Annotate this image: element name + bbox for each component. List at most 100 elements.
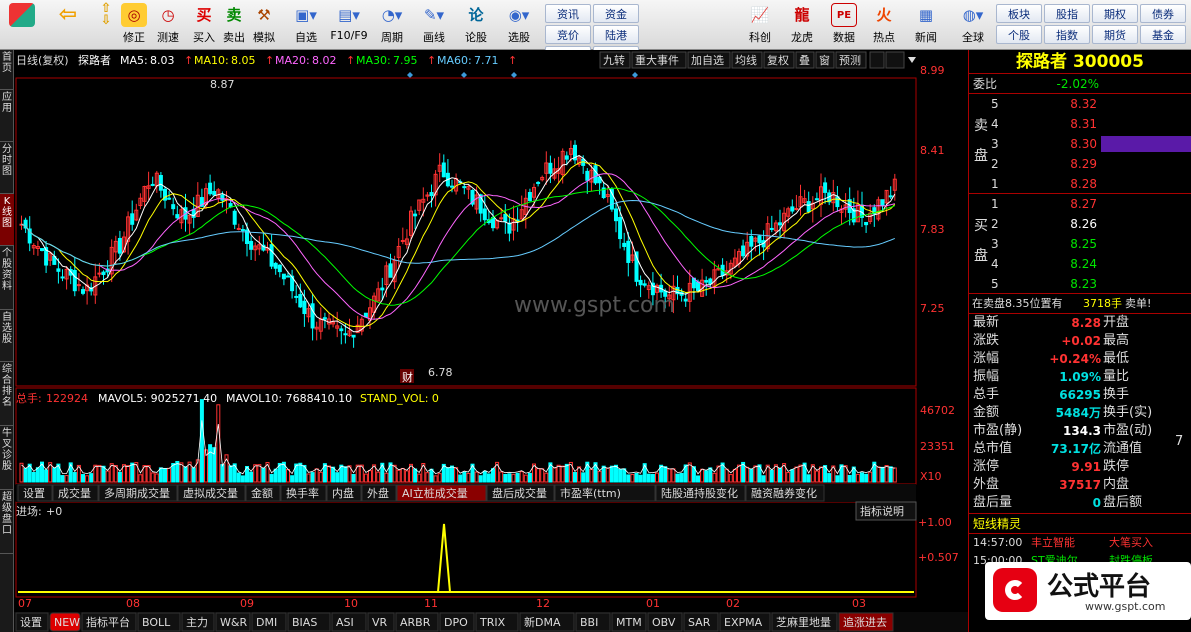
- indicator-tab-label: 指标平台: [86, 615, 130, 629]
- period-icon: ◔▾: [381, 6, 403, 24]
- link-options[interactable]: 期权: [1092, 4, 1138, 23]
- revise-button[interactable]: ◎ 修正: [116, 3, 152, 47]
- order-book-row: 4 8.24: [969, 254, 1191, 274]
- link-index-futures[interactable]: 股指: [1044, 4, 1090, 23]
- draw-line-button[interactable]: ✎▾ 画线: [414, 3, 454, 47]
- lock-icon[interactable]: [869, 51, 885, 69]
- volume-bar: [622, 468, 627, 483]
- volume-bar: [23, 467, 28, 483]
- candle: [741, 245, 746, 257]
- link-funds[interactable]: 资金: [593, 4, 639, 23]
- candle: [171, 204, 176, 210]
- ma-label: MA60:: [437, 54, 472, 67]
- discuss-button[interactable]: 论论股: [458, 3, 494, 47]
- volume-bar: [761, 475, 766, 483]
- time-tick: 02: [726, 597, 740, 610]
- low-annotation: 6.78: [428, 366, 453, 379]
- quote-stat-row: 涨停 9.91 跌停: [969, 458, 1191, 476]
- revise-label: 修正: [123, 31, 145, 44]
- period-button[interactable]: ◔▾ 周期: [372, 3, 412, 47]
- candle: [548, 162, 553, 174]
- order-level: 3: [991, 137, 999, 151]
- stat-label: 盘后量: [973, 495, 1013, 510]
- candle: [380, 287, 385, 291]
- link-bonds[interactable]: 债券: [1140, 4, 1186, 23]
- volume-bar: [81, 474, 85, 483]
- volume-bar: [515, 472, 520, 483]
- stock-picker-button[interactable]: ◉▾ 选股: [498, 3, 540, 47]
- volume-tab-label: 多周期成交量: [104, 486, 170, 500]
- side-tab-profile[interactable]: 个股资料: [0, 246, 14, 310]
- simulate-button[interactable]: ⚒ 模拟: [246, 3, 282, 47]
- volume-bar: [228, 465, 233, 483]
- link-news[interactable]: 资讯: [545, 4, 591, 23]
- stat-value: 134.3: [1063, 424, 1101, 438]
- side-tab-ranking[interactable]: 综合排名: [0, 362, 14, 426]
- volume-bar: [704, 470, 709, 483]
- document-icon: ▤▾: [338, 6, 360, 24]
- stat-value: 5484万: [1055, 406, 1101, 420]
- volume-bar: [864, 473, 869, 483]
- f10-label: F10/F9: [330, 29, 368, 42]
- quote-stat-row: 振幅 1.09% 量比: [969, 368, 1191, 386]
- volume-bar: [790, 469, 795, 483]
- side-tab-super-book[interactable]: 超级盘口: [0, 490, 14, 554]
- order-notice-text: 在卖盘8.35位置有: [972, 297, 1063, 310]
- fire-icon: 火: [876, 6, 892, 24]
- volume-tab-label: 外盘: [367, 486, 389, 500]
- candle: [158, 174, 163, 191]
- back-button[interactable]: ⇦: [50, 3, 86, 47]
- side-tab-kline[interactable]: K线图: [0, 194, 14, 246]
- volume-bar: [269, 474, 274, 483]
- side-tab-timeshare[interactable]: 分时图: [0, 142, 14, 194]
- side-tab-watchlist[interactable]: 自选股: [0, 310, 14, 362]
- f10-button[interactable]: ▤▾ F10/F9: [328, 3, 370, 47]
- link-index[interactable]: 指数: [1044, 25, 1090, 44]
- speed-test-button[interactable]: ◷ 测速: [150, 3, 186, 47]
- candle: [749, 235, 754, 247]
- link-auction[interactable]: 竞价: [545, 25, 591, 44]
- indicator-tab-label: BOLL: [142, 616, 171, 629]
- side-tab-bar: 首页 应用 分时图 K线图 个股资料 自选股 综合排名 牛叉诊股 超级盘口: [0, 50, 14, 632]
- watchlist-button[interactable]: ▣▾ 自选: [286, 3, 326, 47]
- link-sector[interactable]: 板块: [996, 4, 1042, 23]
- volume-bar: [835, 475, 840, 483]
- candle: [130, 213, 135, 225]
- time-tick: 01: [646, 597, 660, 610]
- candle: [864, 221, 869, 226]
- candle: [220, 194, 225, 201]
- side-tab-diagnosis[interactable]: 牛叉诊股: [0, 426, 14, 490]
- volume-bar: [335, 472, 340, 483]
- stat-label: 涨停: [973, 459, 1000, 474]
- order-book-row: 3 8.30: [969, 134, 1191, 154]
- volume-bar: [117, 471, 122, 483]
- side-tab-home[interactable]: 首页: [0, 50, 14, 90]
- volume-tab-label: 金额: [251, 486, 273, 500]
- dragon-tiger-button[interactable]: 龍龙虎: [784, 3, 820, 47]
- time-tick: 03: [852, 597, 866, 610]
- volume-bar: [564, 463, 569, 483]
- candle: [499, 217, 504, 220]
- link-futures[interactable]: 期货: [1092, 25, 1138, 44]
- stat-label: 外盘: [973, 477, 1000, 492]
- global-button[interactable]: ◍▾ 全球: [952, 3, 994, 47]
- candle: [642, 283, 647, 286]
- side-tab-apps[interactable]: 应用: [0, 90, 14, 142]
- link-funds-b[interactable]: 基金: [1140, 25, 1186, 44]
- kline-chart-area[interactable]: 日线(复权) 探路者 MA5: 8.03 ↑ MA10: 8.05 ↑ MA20: 8.02 ↑…: [14, 50, 968, 632]
- app-menu-icon[interactable]: [4, 3, 40, 47]
- candle: [626, 240, 631, 263]
- link-stocks[interactable]: 个股: [996, 25, 1042, 44]
- dragon-tiger-label: 龙虎: [791, 31, 813, 44]
- candle: [101, 271, 106, 276]
- news-button[interactable]: ▦ 新闻: [908, 3, 944, 47]
- indicator-tab-label: 追涨进去: [843, 615, 887, 629]
- star-market-button[interactable]: 📈 科创: [742, 3, 778, 47]
- volume-bar: [827, 473, 832, 483]
- fullscreen-icon[interactable]: [885, 51, 905, 69]
- volume-bar: [527, 472, 532, 483]
- short-sprite-item[interactable]: 14:57:00 丰立智能 大笔买入: [969, 534, 1191, 552]
- link-hk-connect[interactable]: 陆港: [593, 25, 639, 44]
- data-button[interactable]: PE 数据: [826, 3, 862, 47]
- hotspot-button[interactable]: 火热点: [866, 3, 902, 47]
